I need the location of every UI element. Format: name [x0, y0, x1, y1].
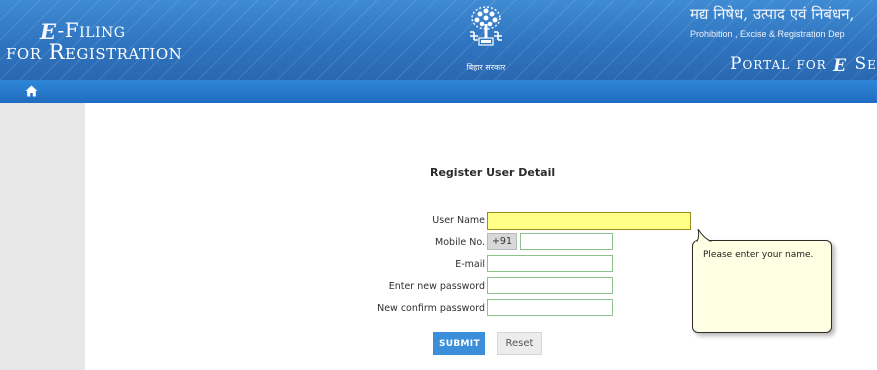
header-banner: e -Filing for Registration बिहार सरकार मद… — [0, 0, 877, 80]
reset-button[interactable]: Reset — [497, 332, 542, 355]
username-label: User Name — [432, 215, 485, 226]
confirm-password-label: New confirm password — [377, 303, 485, 314]
department-hindi: मद्य निषेध, उत्पाद एवं निबंधन, — [690, 5, 855, 23]
department-block: मद्य निषेध, उत्पाद एवं निबंधन, Prohibiti… — [690, 4, 876, 77]
portal-text: Portal for — [730, 54, 827, 74]
email-input[interactable] — [487, 255, 613, 272]
mobile-label: Mobile No. — [435, 237, 485, 248]
validation-tooltip: Please enter your name. — [692, 240, 832, 333]
country-code-prefix: +91 — [487, 233, 517, 250]
bihar-emblem: बिहार सरकार — [448, 4, 524, 76]
tooltip-pointer — [695, 229, 717, 243]
emblem-caption: बिहार सरकार — [466, 63, 506, 72]
username-input[interactable] — [487, 212, 691, 230]
portal-tagline: Portal for e Se — [730, 48, 877, 77]
site-title-line2: for Registration — [6, 40, 183, 64]
title-filing: Filing — [64, 18, 126, 42]
mobile-input[interactable] — [520, 233, 613, 250]
portal-tail: Se — [854, 54, 877, 74]
portal-e-logo: e — [833, 48, 848, 77]
tooltip-message: Please enter your name. — [703, 250, 814, 260]
department-english: Prohibition , Excise & Registration Dep — [690, 29, 845, 39]
confirm-password-input[interactable] — [487, 299, 613, 316]
left-gutter — [0, 103, 85, 370]
home-icon[interactable] — [25, 85, 38, 97]
email-label: E-mail — [455, 259, 485, 270]
nav-bar — [0, 80, 877, 103]
password-input[interactable] — [487, 277, 613, 294]
title-dash: - — [57, 18, 65, 42]
submit-button[interactable]: SUBMIT — [433, 332, 485, 355]
form-title: Register User Detail — [430, 166, 556, 179]
password-label: Enter new password — [388, 281, 485, 292]
bodhi-tree-emblem-icon — [470, 6, 502, 46]
